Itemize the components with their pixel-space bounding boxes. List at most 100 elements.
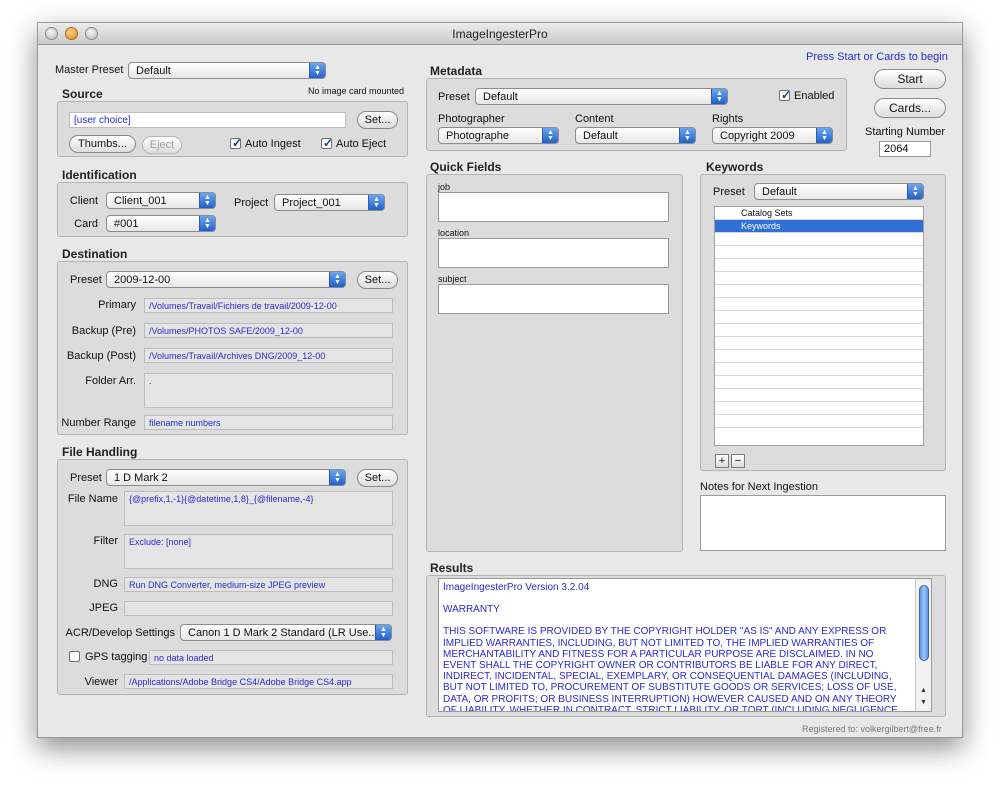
master-preset-popup[interactable]: Default ▲ ▼ (128, 62, 326, 79)
list-item[interactable] (715, 324, 923, 337)
location-input[interactable] (438, 238, 669, 268)
metadata-preset-label: Preset (438, 91, 470, 103)
list-item[interactable] (715, 415, 923, 428)
start-prompt: Press Start or Cards to begin (806, 51, 948, 63)
acr-develop-settings-popup[interactable]: Canon 1 D Mark 2 Standard (LR Use... ▲ ▼ (180, 624, 392, 641)
eject-button[interactable]: Eject (142, 136, 182, 154)
auto-eject-checkbox[interactable]: ✓ (321, 136, 334, 150)
source-path-field[interactable]: [user choice] (69, 112, 346, 128)
quick-fields-title: Quick Fields (430, 160, 502, 174)
backup-pre-label: Backup (Pre) (71, 325, 136, 337)
results-text-area[interactable]: ImageIngesterPro Version 3.2.04 WARRANTY… (438, 578, 932, 712)
file-handling-preset-value: 1 D Mark 2 (114, 472, 168, 484)
file-name-label: File Name (67, 493, 118, 505)
content-popup[interactable]: Default ▲ ▼ (575, 127, 696, 144)
number-range-field[interactable]: filename numbers (144, 415, 393, 430)
list-item[interactable] (715, 285, 923, 298)
popup-arrows-icon: ▲ ▼ (679, 128, 695, 143)
backup-pre-path[interactable]: /Volumes/PHOTOS SAFE/2009_12-00 (144, 323, 393, 338)
job-input[interactable] (438, 192, 669, 222)
notes-input[interactable] (700, 495, 946, 551)
starting-number-label: Starting Number (865, 126, 946, 138)
metadata-preset-value: Default (483, 91, 518, 103)
project-label: Project (234, 197, 269, 209)
add-keyword-button[interactable]: + (715, 454, 729, 468)
popup-arrows-icon: ▲ ▼ (542, 128, 558, 143)
destination-preset-popup[interactable]: 2009-12-00 ▲ ▼ (106, 271, 346, 288)
keywords-list[interactable]: Catalog Sets Keywords (714, 206, 924, 446)
acr-develop-settings-value: Canon 1 D Mark 2 Standard (LR Use... (188, 627, 378, 639)
jpeg-field[interactable] (124, 601, 393, 616)
list-item[interactable] (715, 233, 923, 246)
list-item[interactable] (715, 376, 923, 389)
list-item[interactable] (715, 402, 923, 415)
metadata-preset-popup[interactable]: Default ▲ ▼ (475, 88, 728, 105)
gps-tagging-field[interactable]: no data loaded (149, 650, 393, 665)
primary-path[interactable]: /Volumes/Travail/Fichiers de travail/200… (144, 298, 393, 313)
backup-post-path[interactable]: /Volumes/Travail/Archives DNG/2009_12-00 (144, 348, 393, 363)
destination-preset-value: 2009-12-00 (114, 274, 171, 286)
project-popup[interactable]: Project_001 ▲ ▼ (274, 194, 385, 211)
metadata-enabled-label: Enabled (794, 90, 835, 102)
rights-popup[interactable]: Copyright 2009 ▲ ▼ (712, 127, 833, 144)
dng-field[interactable]: Run DNG Converter, medium-size JPEG prev… (124, 577, 393, 592)
subject-input[interactable] (438, 284, 669, 314)
filter-field[interactable]: Exclude: [none] (124, 534, 393, 569)
auto-ingest-checkbox[interactable]: ✓ (230, 136, 242, 150)
client-label: Client (69, 195, 98, 207)
checkmark-icon: ✓ (323, 136, 334, 150)
list-item[interactable] (715, 363, 923, 376)
thumbs-button[interactable]: Thumbs... (69, 135, 136, 153)
destination-set-button[interactable]: Set... (357, 271, 398, 289)
starting-number-input[interactable]: 2064 (879, 141, 931, 157)
gps-tagging-label: GPS tagging (85, 651, 148, 663)
folder-arrangement-field[interactable]: . (144, 373, 393, 408)
card-popup[interactable]: #001 ▲ ▼ (106, 215, 216, 232)
metadata-enabled-checkbox[interactable]: ✓ (779, 88, 791, 102)
list-item[interactable] (715, 389, 923, 402)
start-button[interactable]: Start (874, 69, 946, 89)
results-text: ImageIngesterPro Version 3.2.04 WARRANTY… (443, 582, 909, 711)
list-item[interactable] (715, 350, 923, 363)
location-label: location (438, 228, 470, 238)
photographer-popup[interactable]: Photographe ▲ ▼ (438, 127, 559, 144)
list-item[interactable] (715, 337, 923, 350)
destination-preset-label: Preset (70, 274, 102, 286)
primary-label: Primary (98, 299, 136, 311)
list-item[interactable] (715, 298, 923, 311)
list-item[interactable] (715, 246, 923, 259)
content-value: Default (583, 130, 618, 142)
popup-arrows-icon: ▲ ▼ (375, 625, 391, 640)
list-item[interactable] (715, 272, 923, 285)
source-status: No image card mounted (308, 86, 405, 96)
popup-arrows-icon: ▲ ▼ (199, 216, 215, 231)
rights-label: Rights (712, 113, 744, 125)
client-value: Client_001 (114, 195, 167, 207)
client-popup[interactable]: Client_001 ▲ ▼ (106, 192, 216, 209)
results-scrollbar[interactable]: ▲ ▼ (915, 579, 931, 711)
list-item[interactable] (715, 259, 923, 272)
file-name-field[interactable]: {@prefix,1,-1}{@datetime,1,8}_{@filename… (124, 491, 393, 526)
file-handling-title: File Handling (62, 445, 138, 459)
gps-tagging-checkbox[interactable] (69, 651, 80, 662)
auto-ingest-label: Auto Ingest (245, 138, 301, 150)
keywords-preset-popup[interactable]: Default ▲ ▼ (754, 183, 924, 200)
file-handling-preset-popup[interactable]: 1 D Mark 2 ▲ ▼ (106, 469, 346, 486)
keyword-item-catalog-sets[interactable]: Catalog Sets (715, 207, 923, 220)
list-item[interactable] (715, 311, 923, 324)
results-title: Results (430, 561, 474, 575)
viewer-field[interactable]: /Applications/Adobe Bridge CS4/Adobe Bri… (124, 674, 393, 689)
scroll-up-arrow-icon[interactable]: ▲ (916, 687, 931, 698)
popup-arrows-icon: ▲ ▼ (907, 184, 923, 199)
file-handling-preset-label: Preset (70, 472, 102, 484)
keywords-preset-label: Preset (713, 186, 745, 198)
scrollbar-thumb[interactable] (919, 585, 929, 661)
file-handling-set-button[interactable]: Set... (357, 469, 398, 487)
remove-keyword-button[interactable]: − (731, 454, 745, 468)
card-label: Card (74, 218, 98, 230)
cards-button[interactable]: Cards... (874, 98, 946, 118)
scroll-down-arrow-icon[interactable]: ▼ (916, 699, 931, 710)
source-set-button[interactable]: Set... (357, 111, 398, 129)
keyword-item-keywords[interactable]: Keywords (715, 220, 923, 233)
title-bar: ImageIngesterPro (38, 23, 962, 45)
